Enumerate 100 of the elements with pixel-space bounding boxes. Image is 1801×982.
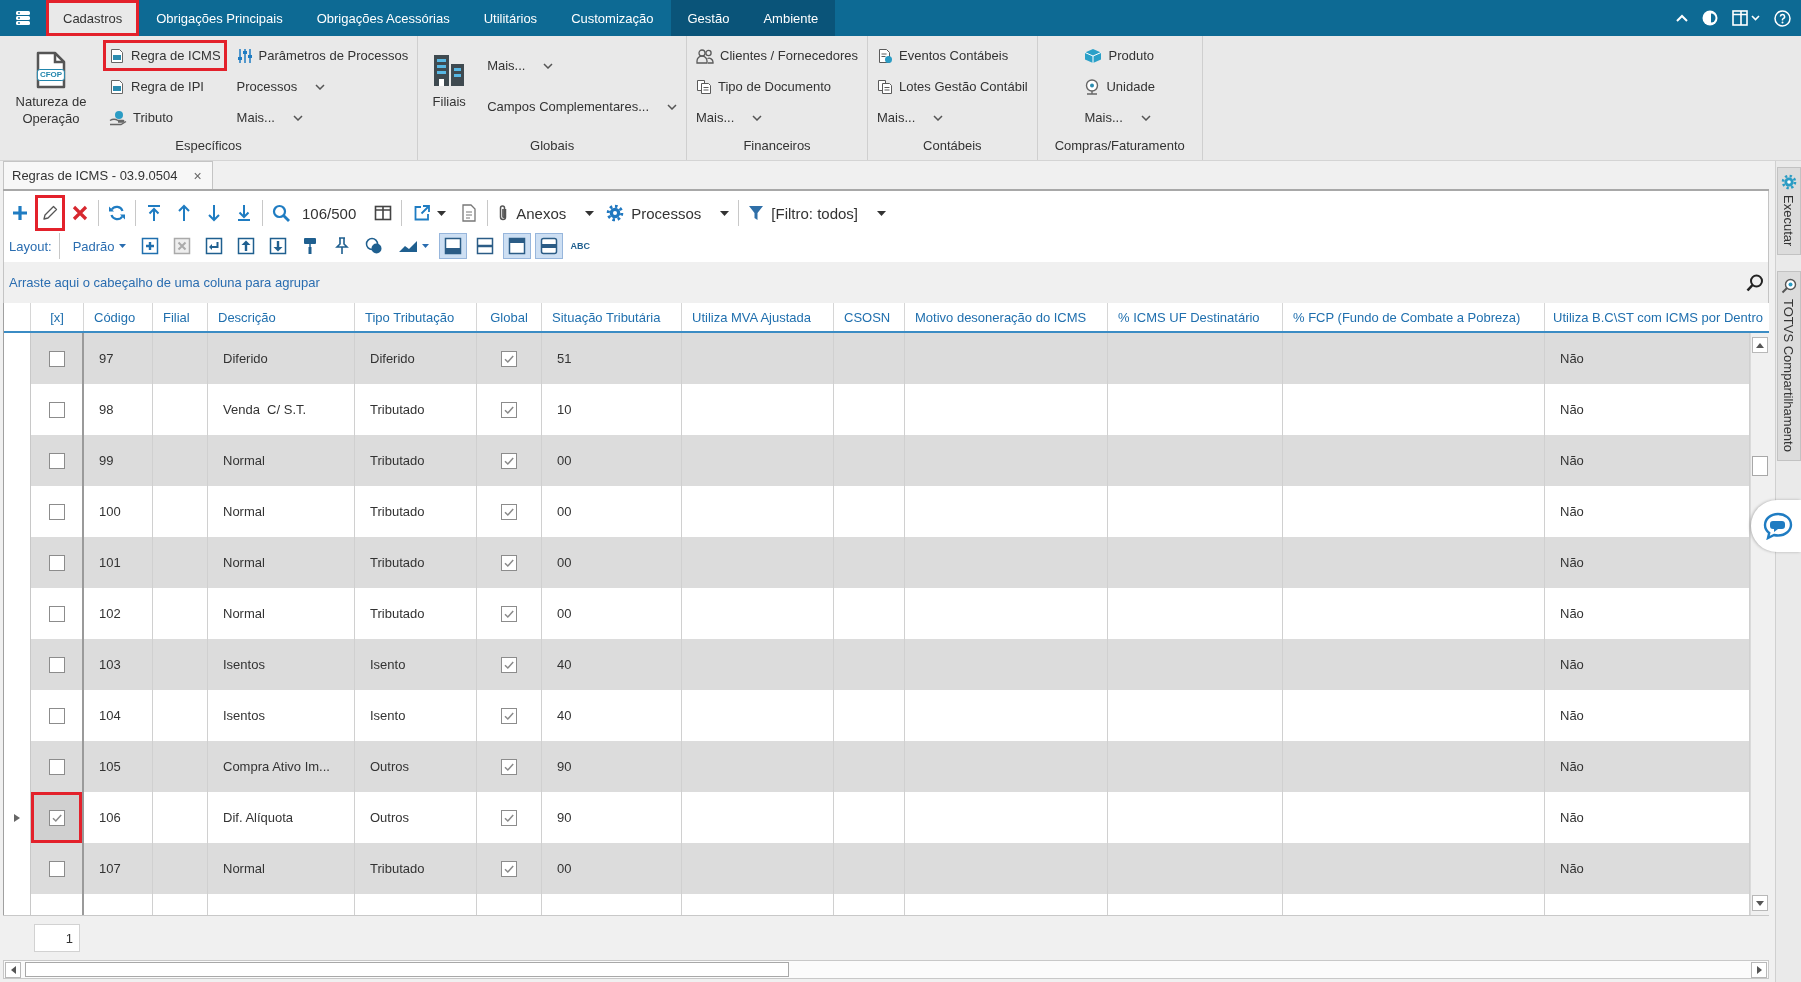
chevron-down-icon [1140, 114, 1151, 121]
square-plus-icon [140, 237, 159, 255]
document-tab[interactable]: Regras de ICMS - 03.9.0504 × [3, 161, 213, 189]
scroll-up-button[interactable] [1752, 337, 1768, 353]
ribbon-button[interactable]: Parâmetros de Processos [230, 40, 415, 71]
plus-icon [11, 204, 29, 222]
dropdown-button[interactable]: Mais... [481, 50, 560, 81]
ribbon-button[interactable]: Unidade [1078, 71, 1161, 102]
menu-tab[interactable]: Customização [554, 0, 671, 36]
table-cell: Normal [208, 843, 355, 894]
triangle-left-icon [10, 965, 16, 974]
caret-down-icon [437, 210, 447, 216]
building-icon [432, 53, 467, 87]
search-icon [1780, 278, 1797, 295]
dropdown-button[interactable]: Processos [230, 71, 332, 102]
table-cell: 51 [542, 333, 682, 384]
table-cell: Tributado [355, 843, 477, 894]
cross-icon [71, 204, 89, 222]
table-cell: 90 [542, 741, 682, 792]
pencil-icon [41, 204, 59, 222]
documents-icon [877, 78, 894, 95]
table-cell: 00 [542, 537, 682, 588]
dropdown-button[interactable]: Campos Complementares... [481, 91, 683, 122]
dropdown-button[interactable]: Mais... [230, 102, 309, 133]
edit-button[interactable] [35, 195, 65, 231]
view-toggle[interactable] [438, 233, 467, 259]
view-toggle[interactable] [534, 233, 563, 259]
close-button[interactable]: × [191, 167, 204, 184]
ribbon-button[interactable]: Tributo [103, 102, 179, 133]
chevron-down-icon [543, 62, 554, 69]
layout-label: Layout: [9, 238, 52, 254]
scroll-left-button[interactable] [5, 961, 21, 978]
table-cell: Outros [355, 741, 477, 792]
columns-icon [374, 204, 393, 222]
ribbon-button[interactable]: Tipo de Documento [690, 71, 837, 102]
pin-icon [334, 237, 349, 255]
menu-button[interactable]: Anexos [491, 195, 601, 231]
document-icon [109, 78, 125, 95]
search-button[interactable] [1746, 273, 1764, 292]
document-badge-icon [877, 47, 894, 64]
box-icon [1084, 47, 1103, 64]
chat-button[interactable] [1751, 500, 1801, 552]
document-icon [109, 47, 125, 64]
group-label: Contábeis [922, 137, 983, 155]
page-number-field[interactable]: 1 [34, 924, 80, 952]
ribbon-button[interactable]: Produto [1078, 40, 1161, 71]
menu-button[interactable]: Processos [600, 195, 736, 231]
menu-tab[interactable]: Obrigações Principais [139, 0, 300, 36]
half-circle-icon [1702, 10, 1718, 26]
menu-tab[interactable]: Cadastros [46, 0, 140, 36]
triangle-right-icon [1756, 965, 1762, 974]
chevron-down-icon [752, 114, 763, 121]
window-icon [1732, 10, 1748, 26]
square-up-icon [236, 237, 255, 255]
caret-down-icon [585, 210, 595, 216]
layout-dropdown[interactable]: Padrão [66, 238, 132, 254]
gear-icon [606, 204, 625, 222]
menu-tab[interactable]: Obrigações Acessórias [299, 0, 467, 36]
ribbon-button[interactable]: Regra de IPI [103, 71, 210, 102]
help-icon [1774, 9, 1791, 27]
search-icon [272, 204, 290, 222]
gear-icon [1780, 174, 1797, 190]
group-by-hint: Arraste aqui o cabeçalho de uma coluna para agrupar [9, 275, 320, 290]
menu-tab[interactable]: Utilitários [466, 0, 555, 36]
table-cell: 40 [542, 639, 682, 690]
table-cell: Diferido [355, 333, 477, 384]
chevron-down-icon [292, 114, 303, 121]
sliders-icon [236, 47, 253, 64]
ribbon-button[interactable]: CFOP Natureza de Operação [3, 40, 99, 132]
group-label: Globais [529, 137, 576, 155]
ribbon-button[interactable]: Eventos Contábeis [871, 40, 1015, 71]
export-icon [413, 204, 432, 222]
dropdown-button[interactable]: Mais... [871, 102, 950, 133]
group-label: Financeiros [742, 137, 812, 155]
scroll-right-button[interactable] [1751, 961, 1767, 978]
menu-tab[interactable]: Ambiente [746, 0, 836, 36]
table-cell: 101 [84, 537, 153, 588]
document-icon [462, 204, 477, 222]
ribbon-button[interactable]: Clientes / Fornecedores [690, 40, 865, 71]
scroll-down-button[interactable] [1752, 895, 1768, 911]
side-tab[interactable]: Executar [1776, 167, 1801, 256]
view-toggle[interactable] [502, 233, 531, 259]
abc-button[interactable]: ABC [566, 233, 595, 259]
ribbon-button[interactable]: Filiais [421, 40, 478, 132]
scrollbar-thumb[interactable] [25, 962, 789, 977]
table-cell: 107 [84, 843, 153, 894]
table-cell: 105 [84, 741, 153, 792]
scrollbar-thumb[interactable] [1752, 456, 1768, 476]
ribbon-button[interactable]: Regra de ICMS [103, 40, 227, 71]
menu-tab[interactable]: Gestão [670, 0, 747, 36]
table-cell: Normal [208, 435, 355, 486]
chevron-down-icon [667, 103, 677, 110]
caret-down-icon [877, 210, 886, 216]
ribbon-button[interactable]: Lotes Gestão Contábil [871, 71, 1034, 102]
dropdown-button[interactable]: Mais... [690, 102, 769, 133]
side-tab[interactable]: TOTVS Compartilhamento [1776, 271, 1801, 462]
dropdown-button[interactable]: Mais... [1078, 102, 1157, 133]
menu-button[interactable]: [Filtro: todos] [742, 195, 892, 231]
triangle-down-icon [1756, 900, 1764, 906]
hand-coin-icon [109, 109, 127, 126]
